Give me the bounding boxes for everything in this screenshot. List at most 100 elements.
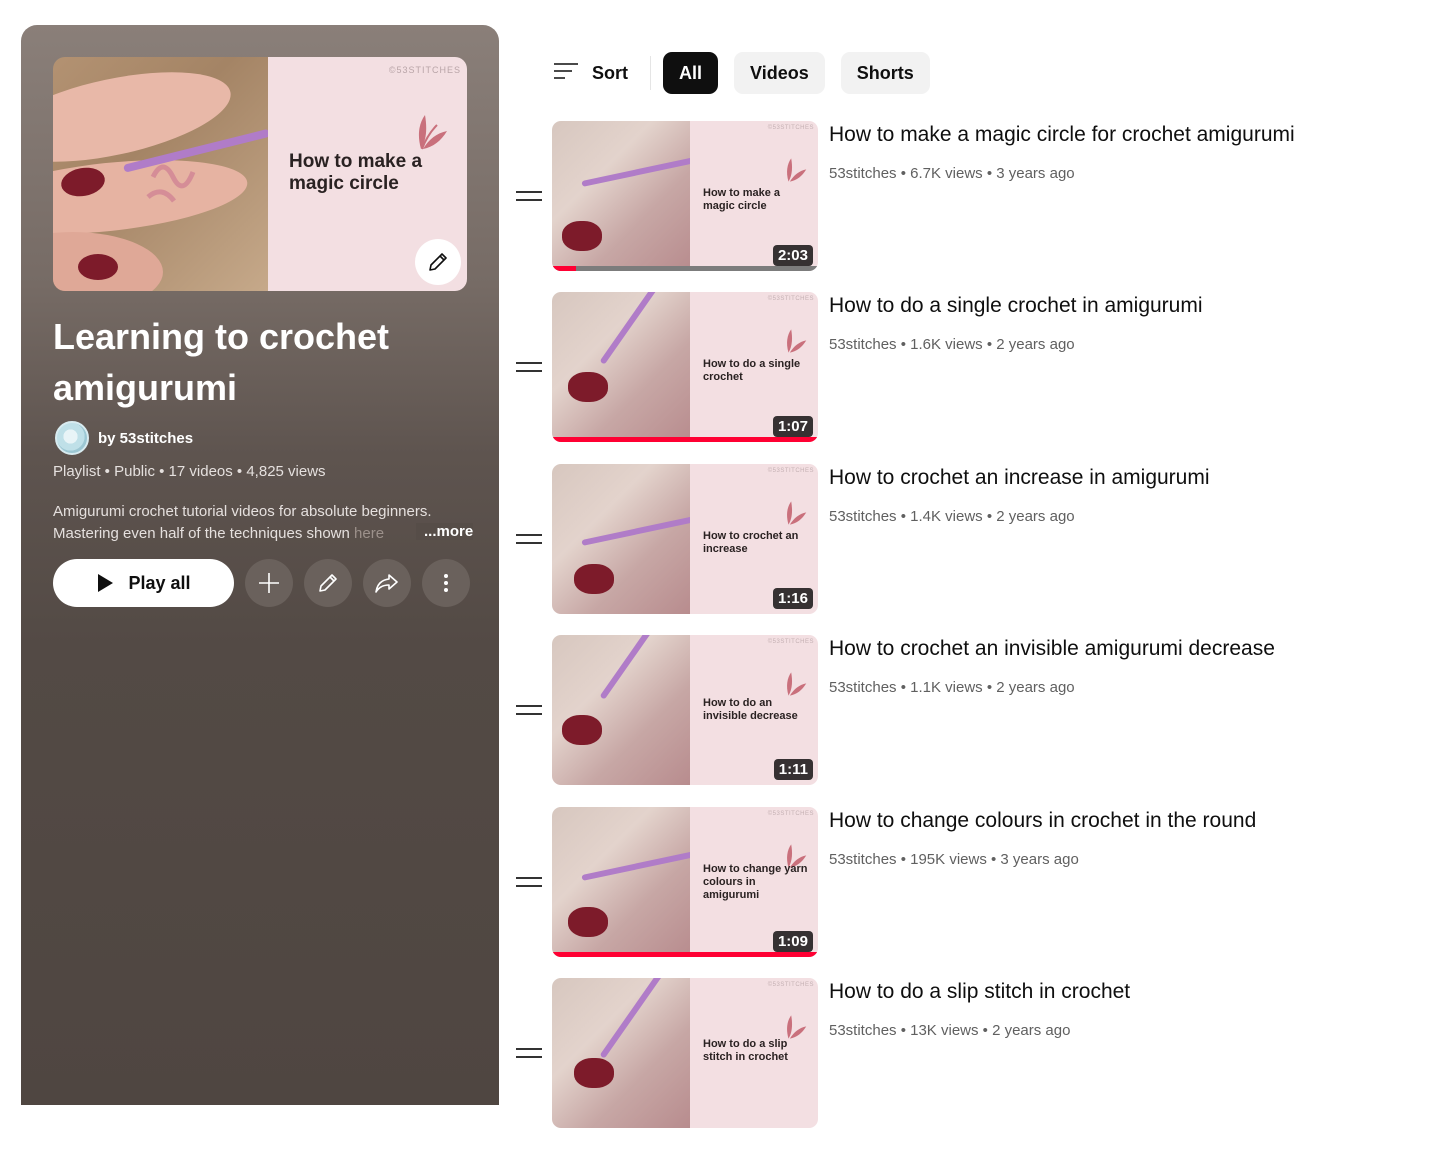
sort-button[interactable]: Sort <box>552 62 628 84</box>
brand-watermark: ©53STITCHES <box>388 65 461 75</box>
thumbnail-title-text: How to do an invisible decrease <box>703 697 798 723</box>
edit-playlist-button[interactable] <box>304 559 352 607</box>
playlist-thumbnail[interactable]: ©53STITCHES How to make a magic circle <box>53 57 467 291</box>
drag-handle[interactable] <box>516 1047 542 1060</box>
avatar[interactable] <box>55 421 89 455</box>
video-meta: 53stitches • 1.6K views • 2 years ago <box>829 336 1075 354</box>
playlist-meta: Playlist • Public • 17 videos • 4,825 vi… <box>53 463 326 480</box>
thumbnail-photo <box>552 635 690 786</box>
chip-all[interactable]: All <box>663 52 719 94</box>
video-meta: 53stitches • 1.1K views • 2 years ago <box>829 679 1075 697</box>
list-item[interactable]: ©53STITCHES How to do a single crochet 1… <box>512 292 1412 463</box>
thumbnail-title-text: How to change yarn colours in amigurumi <box>703 862 808 901</box>
list-item[interactable]: ©53STITCHES How to do an invisible decre… <box>512 635 1412 806</box>
drag-handle[interactable] <box>516 533 542 546</box>
duration-badge: 2:03 <box>772 245 813 266</box>
brand-leaf-icon <box>787 158 807 182</box>
more-actions-button[interactable] <box>422 559 470 607</box>
playlist-header-panel: ©53STITCHES How to make a magic circle L… <box>21 25 499 1105</box>
video-thumbnail[interactable]: ©53STITCHES How to do an invisible decre… <box>552 635 818 786</box>
thumbnail-title-text: How to make a magic circle <box>289 151 423 194</box>
playlist-title: Learning to crochet amigurumi <box>53 316 390 408</box>
video-thumbnail[interactable]: ©53STITCHES How to make a magic circle 2… <box>552 121 818 271</box>
duration-badge: 1:07 <box>772 416 813 438</box>
video-thumbnail[interactable]: ©53STITCHES How to do a slip stitch in c… <box>552 977 818 1128</box>
drag-handle[interactable] <box>516 191 542 203</box>
more-button[interactable]: ...more <box>416 523 474 540</box>
drag-handle[interactable] <box>516 705 542 717</box>
list-item[interactable]: ©53STITCHES How to change yarn colours i… <box>512 806 1412 978</box>
list-item[interactable]: ©53STITCHES How to crochet an increase 1… <box>512 463 1412 635</box>
thumbnail-title-text: How to do a slip stitch in crochet <box>703 1037 788 1063</box>
play-all-button[interactable]: Play all <box>53 559 234 607</box>
video-meta: 53stitches • 6.7K views • 3 years ago <box>829 165 1075 182</box>
list-item[interactable]: ©53STITCHES How to do a slip stitch in c… <box>512 977 1412 1149</box>
edit-icon <box>429 253 447 271</box>
drag-handle[interactable] <box>516 362 542 374</box>
video-thumbnail[interactable]: ©53STITCHES How to change yarn colours i… <box>552 806 818 957</box>
brand-leaf-icon <box>787 329 807 354</box>
playlist-description: Amigurumi crochet tutorial videos for ab… <box>53 501 469 545</box>
brand-watermark: ©53STITCHES <box>767 467 814 474</box>
duration-badge: 1:11 <box>773 759 813 781</box>
sort-icon <box>554 63 578 79</box>
chip-shorts[interactable]: Shorts <box>840 52 930 94</box>
video-title[interactable]: How to do a slip stitch in crochet <box>829 980 1130 1004</box>
brand-leaf-icon <box>787 672 807 696</box>
chip-videos[interactable]: Videos <box>734 52 825 94</box>
save-to-library-button[interactable] <box>245 559 293 607</box>
add-icon <box>259 573 279 593</box>
thumbnail-photo <box>552 977 690 1128</box>
thumbnail-photo <box>552 121 701 271</box>
playlist-owner[interactable]: by 53stitches <box>55 421 193 455</box>
duration-badge: 1:16 <box>772 587 813 609</box>
video-title[interactable]: How to do a single crochet in amigurumi <box>829 294 1203 318</box>
sort-label: Sort <box>592 62 628 83</box>
brand-watermark: ©53STITCHES <box>767 981 814 988</box>
video-title[interactable]: How to make a magic circle for crochet a… <box>829 123 1295 147</box>
play-icon <box>98 574 114 592</box>
brand-watermark: ©53STITCHES <box>767 296 814 303</box>
more-vert-icon <box>444 574 448 592</box>
duration-badge: 1:09 <box>772 930 813 952</box>
thumbnail-photo <box>552 806 701 957</box>
video-title[interactable]: How to crochet an increase in amigurumi <box>829 466 1210 490</box>
play-all-label: Play all <box>128 572 191 593</box>
watch-progress-bar <box>552 951 818 957</box>
thumbnail-title-card: ©53STITCHES How to do a slip stitch in c… <box>690 977 818 1128</box>
watch-progress-fill <box>552 266 576 271</box>
video-thumbnail[interactable]: ©53STITCHES How to crochet an increase 1… <box>552 463 818 614</box>
video-meta: 53stitches • 13K views • 2 years ago <box>829 1021 1071 1039</box>
brand-watermark: ©53STITCHES <box>767 125 814 131</box>
watch-progress-bar <box>552 437 818 443</box>
watch-progress-bar <box>552 266 818 271</box>
thumbnail-title-text: How to make a magic circle <box>703 187 781 212</box>
hands-crochet-illustration <box>53 72 270 291</box>
edit-icon <box>319 574 337 592</box>
thumbnail-photo <box>53 57 270 291</box>
share-button[interactable] <box>363 559 411 607</box>
brand-leaf-icon <box>787 501 807 525</box>
watch-progress-fill <box>552 437 818 443</box>
video-thumbnail[interactable]: ©53STITCHES How to do a single crochet 1… <box>552 292 818 443</box>
owner-name[interactable]: by 53stitches <box>98 430 193 447</box>
divider <box>650 56 651 90</box>
brand-watermark: ©53STITCHES <box>767 639 814 646</box>
brand-leaf-icon <box>418 115 447 150</box>
thumbnail-photo <box>552 292 690 443</box>
video-meta: 53stitches • 1.4K views • 2 years ago <box>829 507 1075 525</box>
thumbnail-title-text: How to do a single crochet <box>703 358 801 384</box>
video-title[interactable]: How to change colours in crochet in the … <box>829 809 1256 833</box>
video-list: ©53STITCHES How to make a magic circle 2… <box>512 121 1412 1149</box>
brand-watermark: ©53STITCHES <box>767 810 814 817</box>
thumbnail-title-text: How to crochet an increase <box>703 529 799 555</box>
edit-thumbnail-button[interactable] <box>415 239 461 285</box>
video-meta: 53stitches • 195K views • 3 years ago <box>829 850 1079 868</box>
video-title[interactable]: How to crochet an invisible amigurumi de… <box>829 637 1275 661</box>
drag-handle[interactable] <box>516 876 542 889</box>
list-item[interactable]: ©53STITCHES How to make a magic circle 2… <box>512 121 1412 292</box>
brand-leaf-icon <box>787 1015 807 1039</box>
thumbnail-title-card: ©53STITCHES How to make a magic circle <box>268 57 467 291</box>
description-faded-text: here <box>354 525 385 542</box>
playlist-actions: Play all <box>53 559 470 607</box>
